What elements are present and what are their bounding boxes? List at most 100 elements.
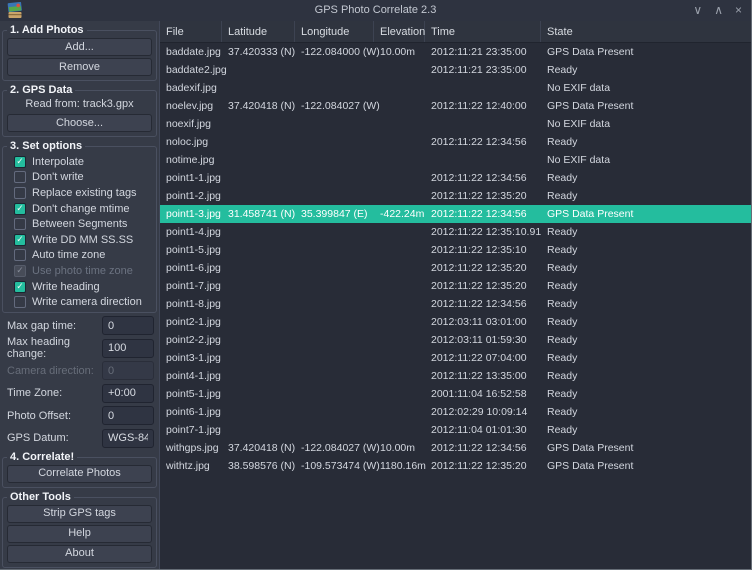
- option-don-t-write[interactable]: Don't write: [14, 170, 153, 186]
- option-don-t-change-mtime[interactable]: ✓Don't change mtime: [14, 201, 153, 217]
- table-row[interactable]: badexif.jpgNo EXIF data: [160, 79, 751, 97]
- checkmark-icon: ✓: [16, 157, 24, 166]
- cell-file: point4-1.jpg: [160, 370, 222, 382]
- table-row[interactable]: baddate.jpg37.420333 (N)-122.084000 (W)1…: [160, 43, 751, 61]
- cell-file: point6-1.jpg: [160, 406, 222, 418]
- cell-state: Ready: [541, 262, 751, 274]
- strip-gps-tags-button[interactable]: Strip GPS tags: [7, 505, 152, 523]
- camera-direction-input[interactable]: [102, 361, 154, 380]
- correlate-photos-button[interactable]: Correlate Photos: [7, 465, 152, 483]
- max-heading-change-input[interactable]: [102, 339, 154, 358]
- option-use-photo-time-zone[interactable]: ✓Use photo time zone: [14, 263, 153, 279]
- table-row[interactable]: point1-2.jpg2012:11:22 12:35:20Ready: [160, 187, 751, 205]
- checkbox-use-photo-time-zone[interactable]: ✓: [14, 265, 26, 277]
- cell-file: point7-1.jpg: [160, 424, 222, 436]
- cell-longitude: -122.084027 (W): [295, 442, 374, 454]
- option-auto-time-zone[interactable]: Auto time zone: [14, 248, 153, 264]
- checkbox-write-dd-mm-ss-ss[interactable]: ✓: [14, 234, 26, 246]
- cell-time: 2012:11:22 12:35:10: [425, 244, 541, 256]
- cell-file: point1-8.jpg: [160, 298, 222, 310]
- cell-time: 2012:11:22 12:34:56: [425, 208, 541, 220]
- column-header-file[interactable]: File: [160, 21, 222, 42]
- option-between-segments[interactable]: Between Segments: [14, 216, 153, 232]
- option-interpolate[interactable]: ✓ Interpolate: [14, 154, 153, 170]
- table-row[interactable]: point5-1.jpg2001:11:04 16:52:58Ready: [160, 385, 751, 403]
- checkbox-interpolate[interactable]: ✓: [14, 156, 26, 168]
- param-gps-datum: GPS Datum:: [7, 428, 154, 448]
- option-replace-existing-tags[interactable]: Replace existing tags: [14, 185, 153, 201]
- close-icon[interactable]: ×: [735, 3, 742, 17]
- maximize-icon[interactable]: ∧: [714, 3, 723, 17]
- column-header-time[interactable]: Time: [425, 21, 541, 42]
- table-row[interactable]: point1-1.jpg2012:11:22 12:34:56Ready: [160, 169, 751, 187]
- cell-state: Ready: [541, 334, 751, 346]
- column-header-latitude[interactable]: Latitude: [222, 21, 295, 42]
- table-row[interactable]: point1-6.jpg2012:11:22 12:35:20Ready: [160, 259, 751, 277]
- cell-time: 2012:02:29 10:09:14: [425, 406, 541, 418]
- group-correlate-title: 4. Correlate!: [7, 451, 77, 464]
- table-row[interactable]: noexif.jpgNo EXIF data: [160, 115, 751, 133]
- option-write-camera-direction[interactable]: Write camera direction: [14, 294, 153, 310]
- checkbox-write-camera-direction[interactable]: [14, 296, 26, 308]
- table-row[interactable]: notime.jpgNo EXIF data: [160, 151, 751, 169]
- cell-time: 2012:11:21 23:35:00: [425, 64, 541, 76]
- table-row[interactable]: withgps.jpg37.420418 (N)-122.084027 (W)1…: [160, 439, 751, 457]
- checkbox-don-t-write[interactable]: [14, 171, 26, 183]
- checkmark-icon: ✓: [16, 266, 24, 275]
- add-button[interactable]: Add...: [7, 38, 152, 56]
- checkmark-icon: ✓: [16, 282, 24, 291]
- photo-offset-input[interactable]: [102, 406, 154, 425]
- table-row[interactable]: point1-5.jpg2012:11:22 12:35:10Ready: [160, 241, 751, 259]
- param-camera-direction: Camera direction:: [7, 361, 154, 381]
- table-row[interactable]: point2-2.jpg2012:03:11 01:59:30Ready: [160, 331, 751, 349]
- cell-state: Ready: [541, 316, 751, 328]
- time-zone-input[interactable]: [102, 384, 154, 403]
- titlebar[interactable]: GPS Photo Correlate 2.3 ∨ ∧ ×: [0, 0, 751, 21]
- option-write-dd-mm-ss-ss[interactable]: ✓Write DD MM SS.SS: [14, 232, 153, 248]
- table-row[interactable]: noloc.jpg2012:11:22 12:34:56Ready: [160, 133, 751, 151]
- cell-time: 2012:11:22 07:04:00: [425, 352, 541, 364]
- choose-button[interactable]: Choose...: [7, 114, 152, 132]
- table-row[interactable]: point1-4.jpg2012:11:22 12:35:10.91Ready: [160, 223, 751, 241]
- table-row[interactable]: withtz.jpg38.598576 (N)-109.573474 (W)11…: [160, 457, 751, 475]
- cell-elevation: 10.00m: [374, 46, 425, 58]
- option-label: Auto time zone: [32, 249, 105, 261]
- table-row[interactable]: point6-1.jpg2012:02:29 10:09:14Ready: [160, 403, 751, 421]
- cell-elevation: 10.00m: [374, 442, 425, 454]
- camera-direction-label: Camera direction:: [7, 365, 94, 377]
- checkbox-don-t-change-mtime[interactable]: ✓: [14, 203, 26, 215]
- option-label: Interpolate: [32, 156, 84, 168]
- table-row[interactable]: point1-7.jpg2012:11:22 12:35:20Ready: [160, 277, 751, 295]
- minimize-icon[interactable]: ∨: [693, 3, 702, 17]
- group-gps-data: 2. GPS Data Read from: track3.gpx Choose…: [2, 84, 157, 137]
- table-row[interactable]: noelev.jpg37.420418 (N)-122.084027 (W)20…: [160, 97, 751, 115]
- table-row[interactable]: baddate2.jpg2012:11:21 23:35:00Ready: [160, 61, 751, 79]
- gps-datum-input[interactable]: [102, 429, 154, 448]
- table-row[interactable]: point3-1.jpg2012:11:22 07:04:00Ready: [160, 349, 751, 367]
- table-row[interactable]: point1-8.jpg2012:11:22 12:34:56Ready: [160, 295, 751, 313]
- window-controls: ∨ ∧ ×: [693, 3, 742, 17]
- cell-state: GPS Data Present: [541, 460, 751, 472]
- checkbox-auto-time-zone[interactable]: [14, 249, 26, 261]
- cell-state: GPS Data Present: [541, 208, 751, 220]
- column-header-state[interactable]: State: [541, 21, 751, 42]
- cell-state: No EXIF data: [541, 118, 751, 130]
- table-row[interactable]: point1-3.jpg31.458741 (N)35.399847 (E)-4…: [160, 205, 751, 223]
- max-gap-time-input[interactable]: [102, 316, 154, 335]
- remove-button[interactable]: Remove: [7, 58, 152, 76]
- table-row[interactable]: point4-1.jpg2012:11:22 13:35:00Ready: [160, 367, 751, 385]
- group-add-photos-title: 1. Add Photos: [7, 24, 87, 37]
- parameters-list: Max gap time:Max heading change:Camera d…: [7, 316, 154, 449]
- option-write-heading[interactable]: ✓Write heading: [14, 279, 153, 295]
- checkbox-replace-existing-tags[interactable]: [14, 187, 26, 199]
- group-set-options: 3. Set options ✓InterpolateDon't writeRe…: [2, 140, 157, 313]
- cell-time: 2012:11:22 12:34:56: [425, 172, 541, 184]
- column-header-elevation[interactable]: Elevation: [374, 21, 425, 42]
- table-row[interactable]: point2-1.jpg2012:03:11 03:01:00Ready: [160, 313, 751, 331]
- table-row[interactable]: point7-1.jpg2012:11:04 01:01:30Ready: [160, 421, 751, 439]
- checkbox-between-segments[interactable]: [14, 218, 26, 230]
- about-button[interactable]: About: [7, 545, 152, 563]
- help-button[interactable]: Help: [7, 525, 152, 543]
- checkbox-write-heading[interactable]: ✓: [14, 281, 26, 293]
- column-header-longitude[interactable]: Longitude: [295, 21, 374, 42]
